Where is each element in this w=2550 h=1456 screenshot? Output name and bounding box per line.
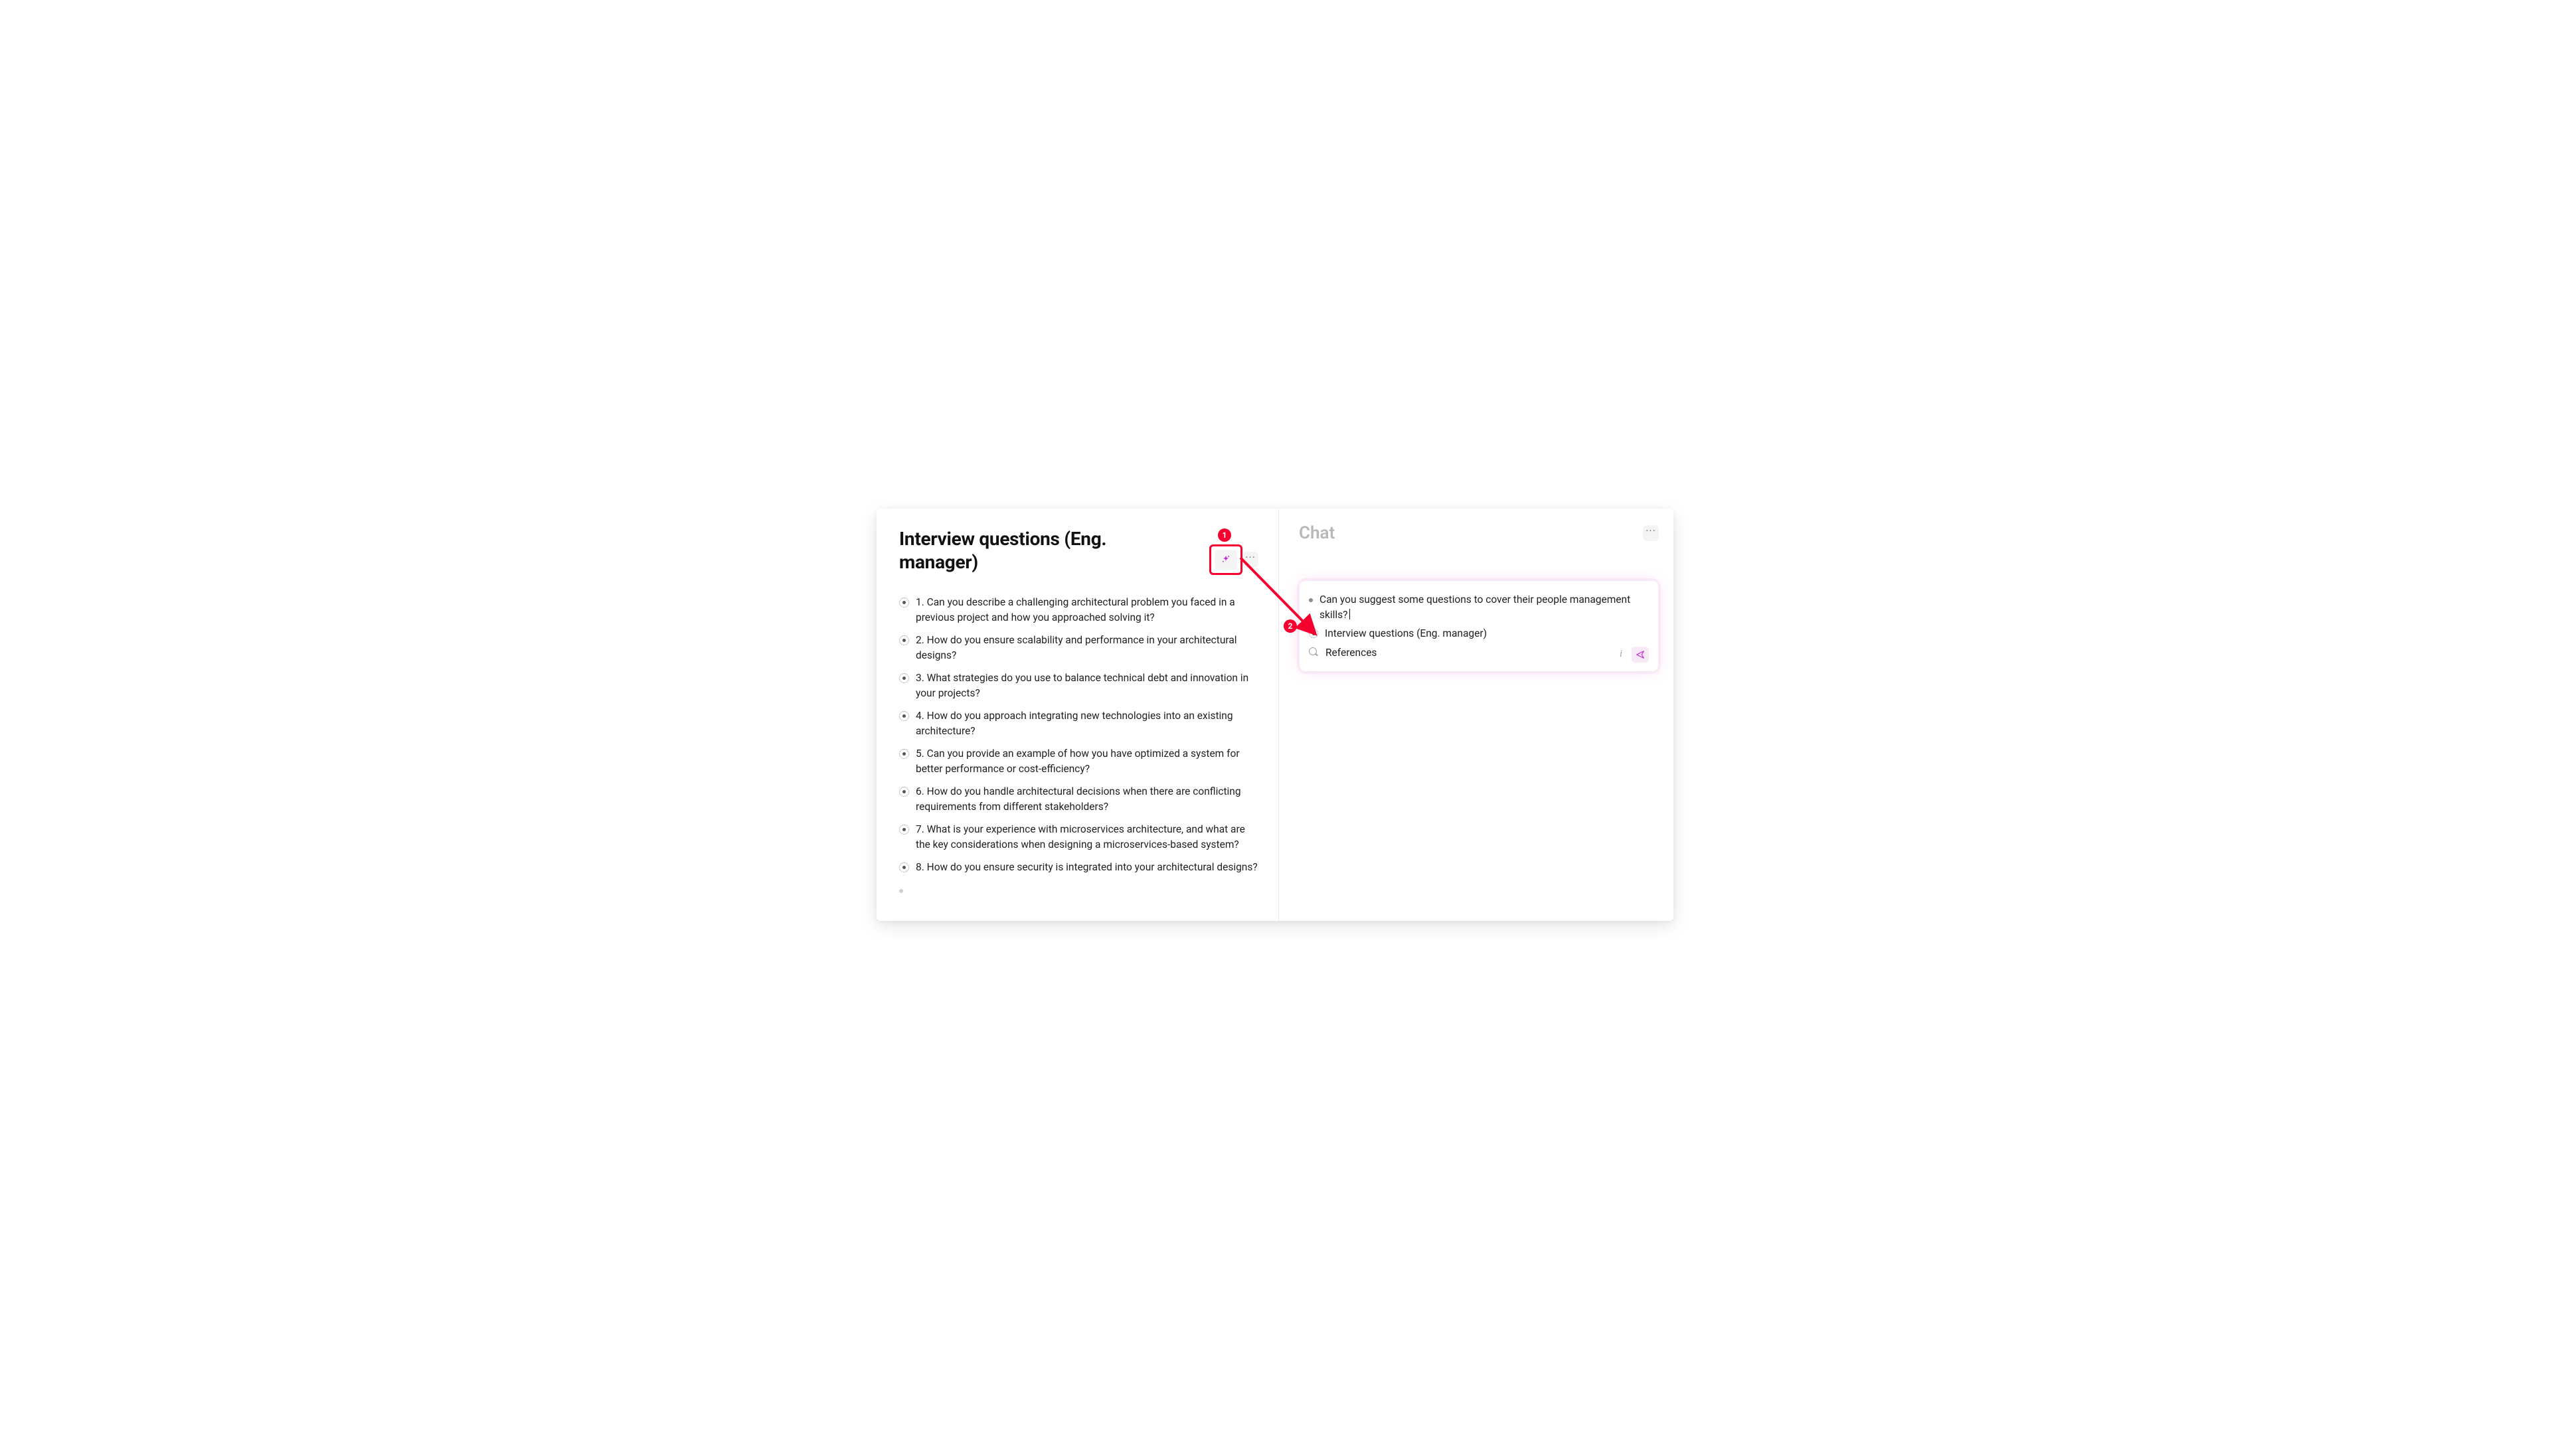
question-text: 1. Can you describe a challenging archit… [916,595,1258,625]
sparkle-icon [1221,554,1231,565]
list-item-empty[interactable] [899,879,1258,897]
question-text: 5. Can you provide an example of how you… [916,746,1258,776]
chat-prompt-row[interactable]: Can you suggest some questions to cover … [1309,590,1649,624]
chat-input-box[interactable]: 2 Can you suggest some questions to cove… [1299,580,1659,671]
send-icon [1636,650,1645,659]
chat-more-button[interactable]: ··· [1643,525,1659,541]
bullet-icon [899,787,909,797]
list-item[interactable]: 6. How do you handle architectural decis… [899,780,1258,818]
more-horizontal-icon: ··· [1646,529,1656,537]
document-more-button[interactable]: ··· [1242,552,1258,568]
bullet-icon [899,711,909,721]
question-text: 2. How do you ensure scalability and per… [916,633,1258,663]
ai-sparkle-button[interactable] [1215,550,1237,570]
document-pane: Interview questions (Eng. manager) 1 ··· [877,509,1279,920]
list-item[interactable]: 7. What is your experience with microser… [899,818,1258,856]
bullet-icon [899,749,909,759]
question-text: 6. How do you handle architectural decis… [916,784,1258,814]
document-header: Interview questions (Eng. manager) 1 ··· [899,527,1258,574]
chat-pane: Chat ··· 2 Can you suggest some question… [1279,509,1673,920]
chat-info-button[interactable]: i [1617,647,1625,662]
annotation-callout-1-badge: 1 [1218,528,1231,542]
question-text: 8. How do you ensure security is integra… [916,860,1258,874]
list-item[interactable]: 4. How do you approach integrating new t… [899,704,1258,742]
bullet-icon [899,598,909,607]
question-text: 3. What strategies do you use to balance… [916,671,1258,700]
bullet-icon [899,673,909,683]
chat-header: Chat ··· [1299,523,1659,543]
list-item[interactable]: 5. Can you provide an example of how you… [899,742,1258,780]
bullet-icon [899,862,909,872]
chat-prompt-text: Can you suggest some questions to cover … [1319,592,1649,622]
bullet-icon [899,889,903,893]
chat-title: Chat [1299,523,1335,543]
list-item[interactable]: 1. Can you describe a challenging archit… [899,591,1258,629]
app-card: Interview questions (Eng. manager) 1 ··· [877,509,1673,920]
question-text: 7. What is your experience with microser… [916,822,1258,852]
chat-input-footer: i [1617,647,1649,663]
annotation-callout-2-badge: 2 [1284,619,1297,633]
bullet-icon [899,635,909,645]
bullet-icon [899,825,909,835]
bullet-icon [1309,598,1313,602]
chat-references-label: References [1325,645,1610,660]
list-item[interactable]: 2. How do you ensure scalability and per… [899,629,1258,667]
document-actions: 1 ··· [1215,550,1258,570]
search-icon [1309,647,1319,657]
chat-references-row[interactable]: References i [1309,643,1649,665]
list-item[interactable]: 3. What strategies do you use to balance… [899,667,1258,704]
question-list: 1. Can you describe a challenging archit… [899,591,1258,896]
chat-context-doc: Interview questions (Eng. manager) [1325,626,1649,641]
chat-send-button[interactable] [1632,647,1649,663]
list-item[interactable]: 8. How do you ensure security is integra… [899,856,1258,878]
bullet-icon [1309,629,1318,638]
more-horizontal-icon: ··· [1245,556,1256,564]
question-text: 4. How do you approach integrating new t… [916,708,1258,738]
document-title: Interview questions (Eng. manager) [899,527,1138,574]
chat-context-row[interactable]: Interview questions (Eng. manager) [1309,624,1649,643]
